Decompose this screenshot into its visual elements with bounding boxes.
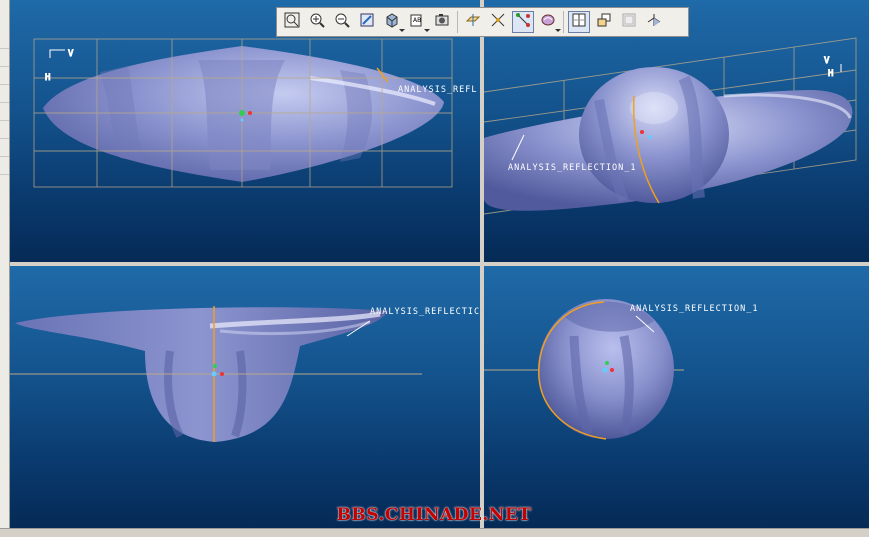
model-isometric-view (484, 67, 853, 211)
reflection-label: ANALYSIS_REFL (398, 85, 478, 95)
orientation-icon (646, 12, 662, 32)
left-panel-strip (0, 0, 10, 536)
reflection-label: ANALYSIS_REFLECTION_1 (630, 304, 758, 314)
toolbar-separator (563, 11, 564, 33)
svg-text:AB: AB (413, 17, 421, 24)
toolbar-separator (457, 11, 458, 33)
grid-display-button[interactable] (568, 11, 590, 33)
view-manager-icon (434, 12, 450, 32)
view-toolbar: AB (276, 7, 689, 37)
saved-views-icon: AB (409, 12, 425, 32)
spin-center-button[interactable] (593, 11, 615, 33)
datum-points-button[interactable] (512, 11, 534, 33)
viewport-top-right[interactable]: ANALYSIS_REFLECTION_1 V H (484, 0, 869, 262)
spin-center-icon (596, 12, 612, 32)
reflection-label: ANALYSIS_REFLECTIC (370, 307, 480, 317)
zoom-fit-button[interactable] (281, 11, 303, 33)
annotation-button[interactable] (618, 11, 640, 33)
coordinate-systems-icon (540, 12, 556, 32)
datum-planes-button[interactable] (462, 11, 484, 33)
zoom-in-icon (309, 12, 325, 32)
svg-text:H: H (45, 73, 51, 83)
viewport-top-left[interactable]: H V ANALYSIS_REFL (10, 0, 480, 262)
orientation-marker: V H (824, 56, 842, 80)
datum-planes-icon (465, 12, 481, 32)
zoom-out-icon (334, 12, 350, 32)
shading-icon (384, 12, 400, 32)
svg-text:V: V (68, 49, 74, 59)
viewport-bottom-right[interactable]: ANALYSIS_REFLECTION_1 (484, 266, 869, 528)
datum-points-icon (515, 12, 531, 32)
svg-text:V: V (824, 56, 830, 66)
zoom-fit-icon (284, 12, 300, 32)
coordinate-systems-button[interactable] (537, 11, 561, 33)
saved-views-button[interactable]: AB (406, 11, 430, 33)
shading-button[interactable] (381, 11, 405, 33)
datum-axes-button[interactable] (487, 11, 509, 33)
watermark: BBS.CHINADE.NET (336, 505, 532, 525)
reflection-label: ANALYSIS_REFLECTION_1 (508, 163, 636, 173)
model-front-view (15, 307, 388, 442)
repaint-button[interactable] (356, 11, 378, 33)
annotation-icon (621, 12, 637, 32)
zoom-in-button[interactable] (306, 11, 328, 33)
zoom-out-button[interactable] (331, 11, 353, 33)
svg-text:H: H (828, 69, 834, 79)
view-manager-button[interactable] (431, 11, 453, 33)
orientation-button[interactable] (643, 11, 665, 33)
datum-axes-icon (490, 12, 506, 32)
grid-display-icon (571, 12, 587, 32)
viewport-bottom-left[interactable]: ANALYSIS_REFLECTIC (10, 266, 480, 528)
repaint-icon (359, 12, 375, 32)
